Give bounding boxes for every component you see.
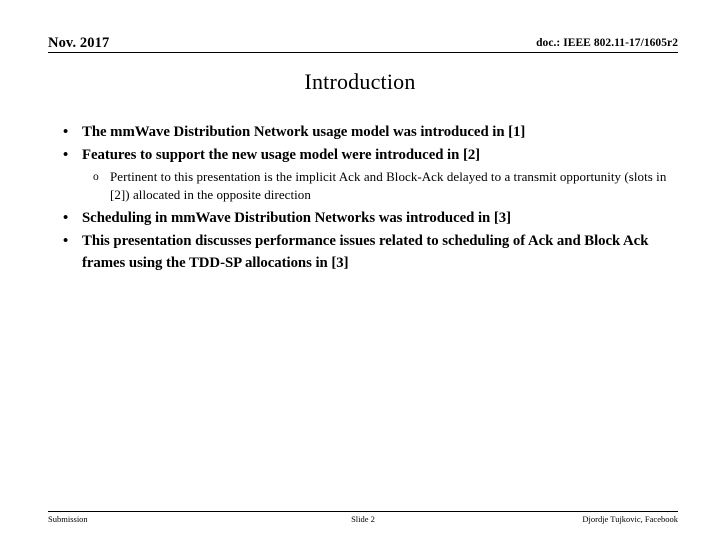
presentation-slide: Nov. 2017 doc.: IEEE 802.11-17/1605r2 In… [0,0,720,540]
bullet-marker-icon: • [63,210,69,227]
bullet-marker-icon: • [63,146,69,163]
footer-slide-number: Slide 2 [351,514,375,524]
header-date: Nov. 2017 [48,34,110,51]
bullet-text: This presentation discusses performance … [82,232,649,271]
bullet-marker-icon: • [63,232,69,249]
bullet-item: • This presentation discusses performanc… [48,230,672,274]
slide-footer: Submission Slide 2 Djordje Tujkovic, Fac… [48,511,678,524]
footer-author: Djordje Tujkovic, Facebook [582,514,678,524]
bullet-item: • Scheduling in mmWave Distribution Netw… [48,207,672,229]
bullet-text: Features to support the new usage model … [82,146,481,163]
footer-row: Submission Slide 2 Djordje Tujkovic, Fac… [48,514,678,524]
bullet-text: Scheduling in mmWave Distribution Networ… [82,210,511,227]
slide-header: Nov. 2017 doc.: IEEE 802.11-17/1605r2 [48,28,678,53]
sub-bullet-marker-icon: o [93,170,99,183]
footer-submission-label: Submission [48,514,88,524]
sub-bullet-item: o Pertinent to this presentation is the … [48,168,672,205]
bullet-item: • The mmWave Distribution Network usage … [48,121,672,143]
bullet-text: The mmWave Distribution Network usage mo… [82,124,526,140]
bullet-marker-icon: • [63,124,69,140]
header-row: Nov. 2017 doc.: IEEE 802.11-17/1605r2 [48,28,678,52]
page-title: Introduction [304,69,416,94]
bullet-item: • Features to support the new usage mode… [48,144,672,166]
sub-bullet-text: Pertinent to this presentation is the im… [110,168,667,202]
slide-body: • The mmWave Distribution Network usage … [48,121,672,274]
header-document-number: doc.: IEEE 802.11-17/1605r2 [536,36,678,49]
